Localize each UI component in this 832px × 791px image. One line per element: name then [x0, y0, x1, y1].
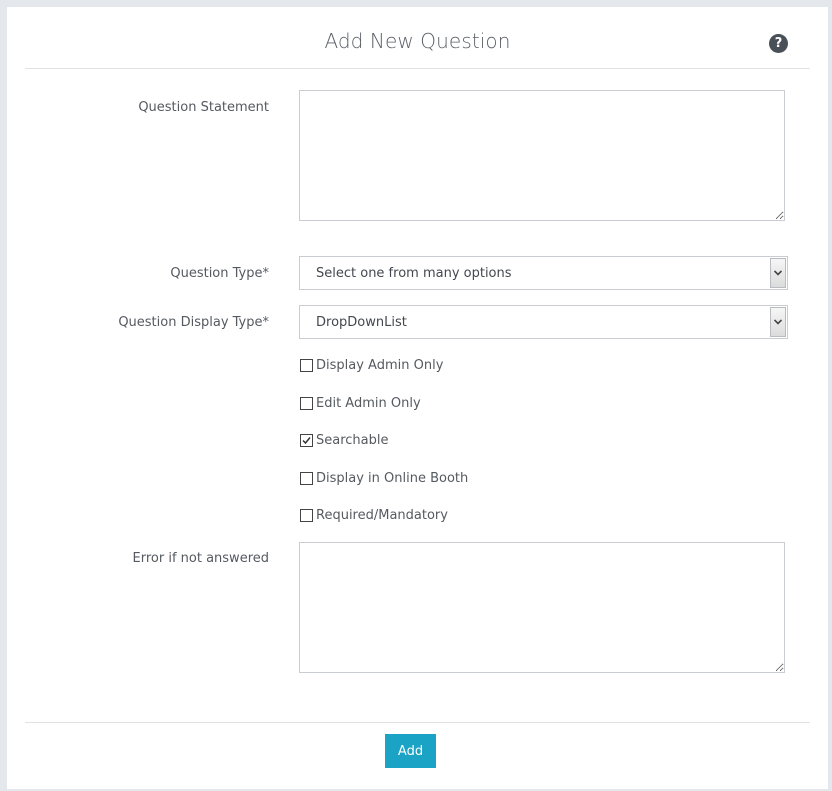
- display-admin-only-label: Display Admin Only: [316, 358, 444, 373]
- error-if-not-answered-textarea[interactable]: [299, 542, 785, 673]
- display-admin-only-checkbox[interactable]: [300, 359, 313, 372]
- add-question-panel: Add New Question ? Question Statement Qu…: [7, 7, 828, 789]
- question-type-select[interactable]: Select one from many options: [299, 256, 788, 290]
- edit-admin-only-label: Edit Admin Only: [316, 396, 421, 411]
- footer-divider: [25, 722, 810, 723]
- question-statement-textarea[interactable]: [299, 90, 785, 221]
- question-type-value: Select one from many options: [316, 266, 512, 281]
- checkmark-icon: [302, 437, 311, 445]
- display-in-online-booth-label: Display in Online Booth: [316, 471, 469, 486]
- searchable-checkbox[interactable]: [300, 434, 313, 447]
- chevron-down-icon[interactable]: [770, 258, 786, 288]
- question-display-type-value: DropDownList: [316, 315, 407, 330]
- display-in-online-booth-checkbox[interactable]: [300, 472, 313, 485]
- question-display-type-select[interactable]: DropDownList: [299, 305, 788, 339]
- error-if-not-answered-label: Error if not answered: [132, 551, 269, 566]
- required-mandatory-label: Required/Mandatory: [316, 508, 448, 523]
- required-mandatory-checkbox[interactable]: [300, 509, 313, 522]
- question-type-label: Question Type*: [170, 266, 269, 281]
- question-display-type-label: Question Display Type*: [118, 315, 269, 330]
- add-button[interactable]: Add: [385, 734, 436, 768]
- chevron-down-icon[interactable]: [770, 307, 786, 337]
- searchable-label: Searchable: [316, 433, 389, 448]
- page-title: Add New Question: [324, 29, 511, 53]
- edit-admin-only-checkbox[interactable]: [300, 397, 313, 410]
- help-icon[interactable]: ?: [769, 34, 788, 53]
- question-statement-label: Question Statement: [138, 100, 269, 115]
- panel-header: Add New Question ?: [25, 7, 810, 69]
